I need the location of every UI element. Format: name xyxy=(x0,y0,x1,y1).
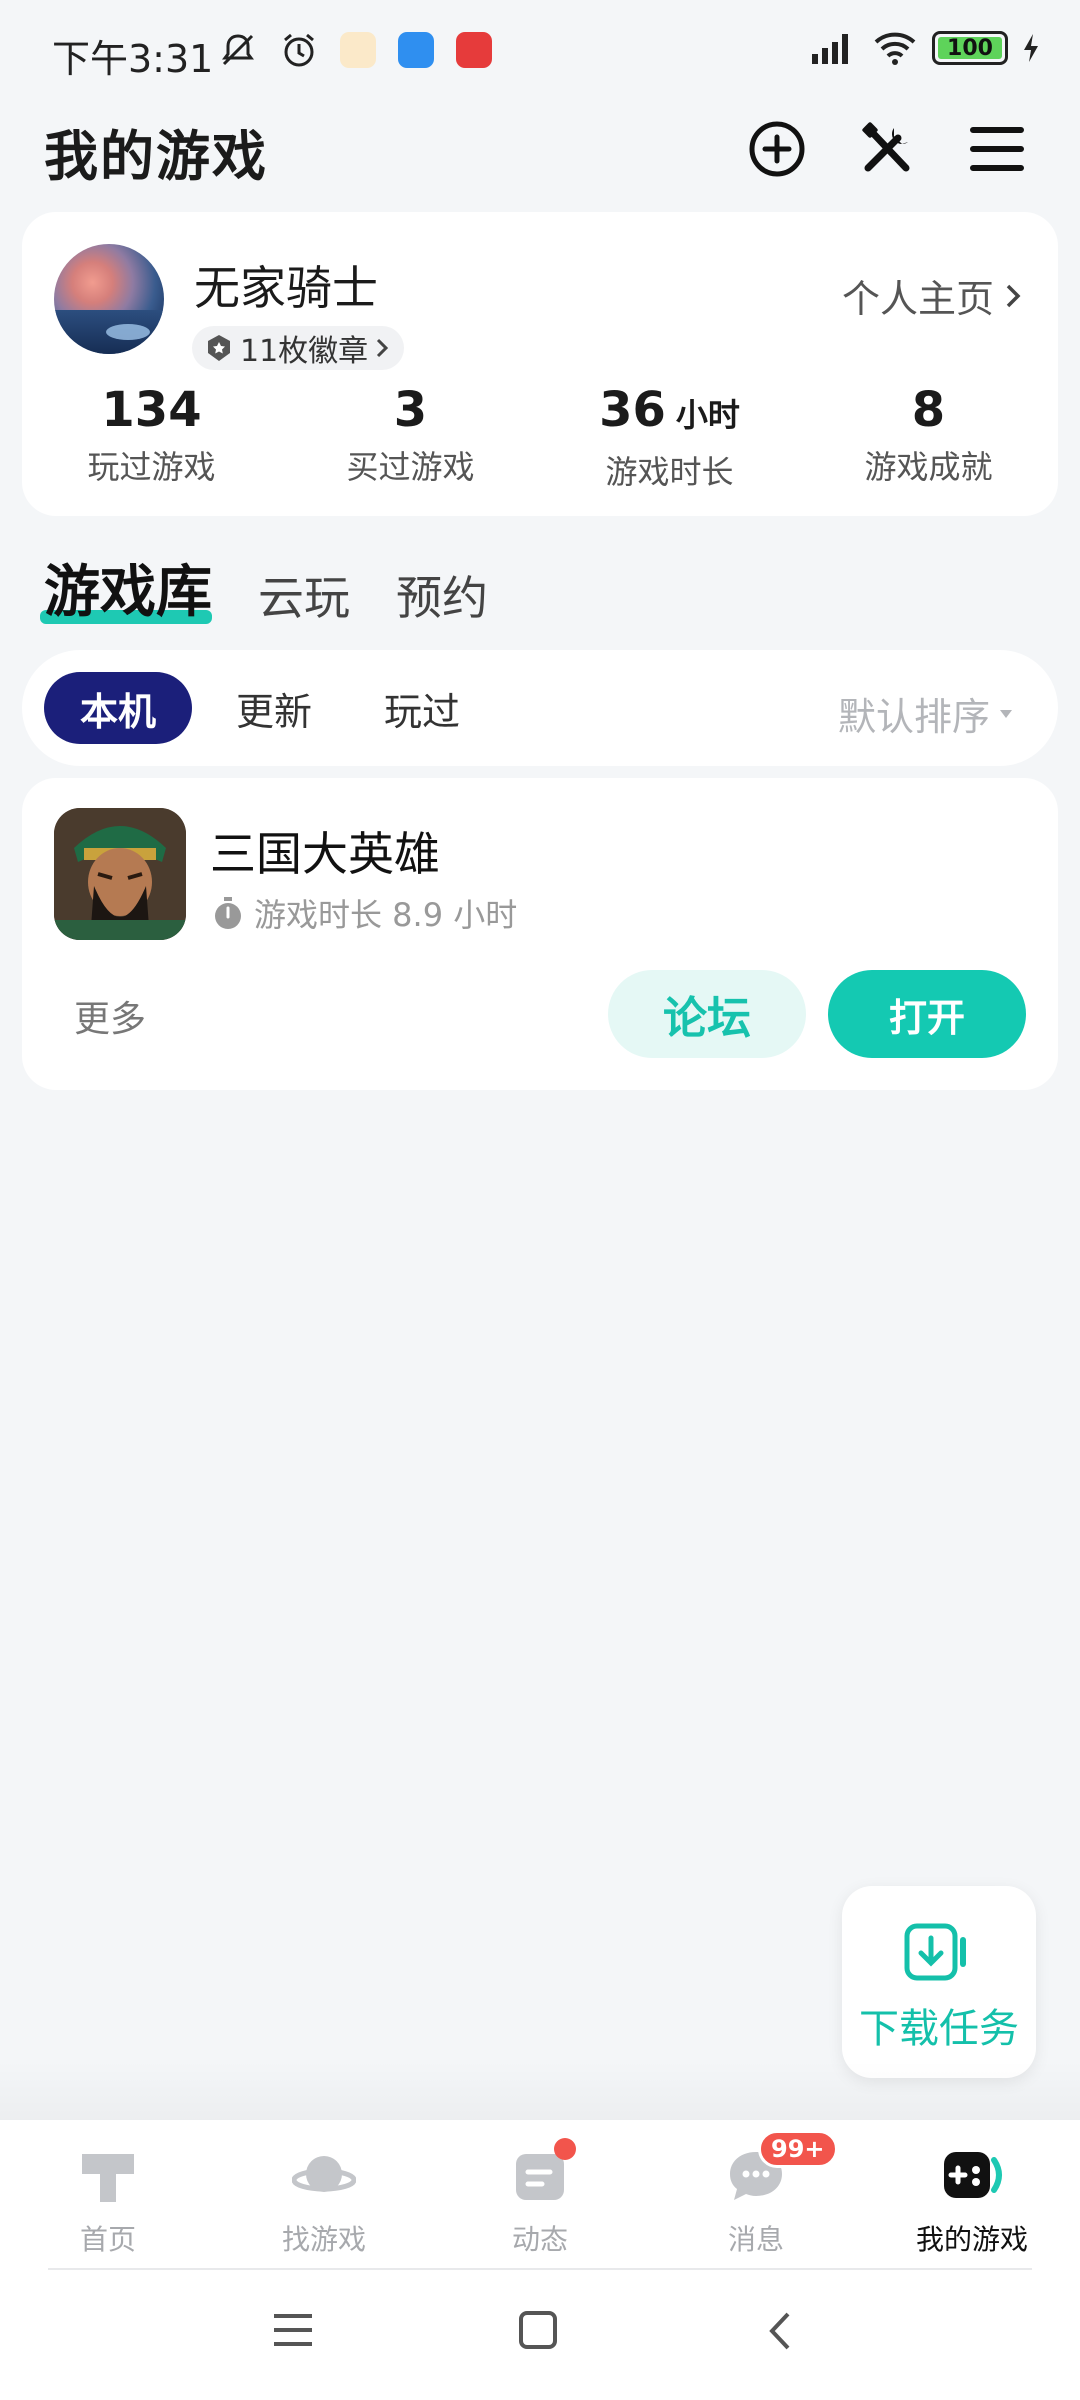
sort-label: 默认排序 xyxy=(837,695,990,739)
nav-label: 首页 xyxy=(79,2223,136,2256)
stat-games-bought[interactable]: 3 买过游戏 xyxy=(281,380,540,493)
stat-unit: 小时 xyxy=(675,396,740,434)
profile-stats: 134 玩过游戏 3 买过游戏 36 小时 游戏时长 8 游戏成就 xyxy=(22,380,1058,493)
page-header: 我的游戏 xyxy=(0,100,1080,200)
home-t-icon xyxy=(82,2154,134,2202)
status-system-icons: 100 xyxy=(808,30,1040,66)
forum-button[interactable]: 论坛 xyxy=(608,970,806,1058)
status-bar: 下午3:31 100 xyxy=(0,0,1080,100)
chevron-right-icon xyxy=(377,338,389,358)
stat-label: 游戏成就 xyxy=(864,448,993,486)
stat-games-played[interactable]: 134 玩过游戏 xyxy=(22,380,281,493)
nav-find-games[interactable]: 找游戏 xyxy=(216,2120,432,2270)
system-nav-bar xyxy=(0,2270,1080,2400)
avatar[interactable] xyxy=(54,244,164,354)
stat-achievements[interactable]: 8 游戏成就 xyxy=(799,380,1058,493)
game-playtime-text: 游戏时长 8.9 小时 xyxy=(254,896,518,934)
wifi-icon xyxy=(874,32,916,65)
tab-reservations[interactable]: 预约 xyxy=(396,562,488,628)
more-button[interactable]: 更多 xyxy=(74,990,146,1042)
recent-apps-icon[interactable] xyxy=(272,2310,314,2350)
app-tomato-icon xyxy=(340,32,376,68)
filter-chip-updates[interactable]: 更新 xyxy=(214,672,334,744)
game-portrait-icon xyxy=(54,808,186,940)
charging-icon xyxy=(1024,34,1038,62)
username: 无家骑士 xyxy=(194,261,378,315)
filter-chip-local[interactable]: 本机 xyxy=(44,672,192,744)
badges-button[interactable]: 11枚徽章 xyxy=(192,326,405,370)
nav-home[interactable]: 首页 xyxy=(0,2120,216,2270)
open-game-button[interactable]: 打开 xyxy=(828,970,1026,1058)
app-news-icon xyxy=(456,32,492,68)
status-time: 下午3:31 xyxy=(52,37,214,81)
planet-icon xyxy=(292,2156,356,2192)
back-icon[interactable] xyxy=(766,2310,794,2352)
gamepad-icon xyxy=(944,2152,1002,2198)
filter-bar: 本机 更新 玩过 默认排序 xyxy=(22,650,1058,766)
stat-value: 3 xyxy=(393,382,428,438)
nav-label: 动态 xyxy=(511,2223,568,2256)
signal-icon xyxy=(812,34,848,64)
filter-chip-played[interactable]: 玩过 xyxy=(362,672,482,744)
game-card[interactable]: 三国大英雄 游戏时长 8.9 小时 更多 论坛 打开 xyxy=(22,778,1058,1090)
profile-home-link[interactable]: 个人主页 xyxy=(842,268,1022,323)
nav-label: 消息 xyxy=(727,2223,784,2256)
stat-play-time[interactable]: 36 小时 游戏时长 xyxy=(540,380,799,493)
tools-button[interactable] xyxy=(852,114,922,184)
sort-dropdown[interactable]: 默认排序 xyxy=(838,686,1014,741)
chevron-right-icon xyxy=(1006,284,1021,307)
nav-my-games[interactable]: 我的游戏 xyxy=(864,2120,1080,2270)
activity-notification-dot xyxy=(554,2138,576,2160)
game-title: 三国大英雄 xyxy=(210,827,440,881)
library-tabs: 游戏库 云玩 预约 xyxy=(40,547,488,628)
stat-label: 玩过游戏 xyxy=(87,448,216,486)
download-video-icon xyxy=(904,1923,966,1981)
bell-muted-icon xyxy=(222,34,254,66)
home-square-icon[interactable] xyxy=(518,2310,558,2350)
badges-count: 11枚徽章 xyxy=(240,334,369,369)
battery-icon: 100 xyxy=(932,31,1008,65)
download-tasks-button[interactable]: 下载任务 xyxy=(842,1886,1036,2078)
nav-activity[interactable]: 动态 xyxy=(432,2120,648,2270)
status-notification-icons xyxy=(218,30,492,70)
badge-medal-icon xyxy=(208,335,230,361)
nav-messages[interactable]: 99+ 消息 xyxy=(648,2120,864,2270)
tab-game-library[interactable]: 游戏库 xyxy=(40,547,212,628)
download-tasks-label: 下载任务 xyxy=(859,2006,1019,2052)
bottom-nav-shadow xyxy=(0,2060,1080,2120)
caret-down-icon xyxy=(1000,709,1012,718)
profile-home-label: 个人主页 xyxy=(841,277,994,321)
hamburger-menu-icon xyxy=(970,127,1024,171)
add-button[interactable] xyxy=(742,114,812,184)
menu-button[interactable] xyxy=(962,114,1032,184)
alarm-icon xyxy=(284,33,314,67)
stat-value: 134 xyxy=(101,382,202,438)
nav-label: 找游戏 xyxy=(281,2223,366,2256)
stat-value: 36 xyxy=(599,382,666,438)
tools-icon xyxy=(862,122,910,172)
stat-label: 游戏时长 xyxy=(605,453,734,491)
tab-cloud-play[interactable]: 云玩 xyxy=(258,562,350,628)
game-icon[interactable] xyxy=(54,808,186,940)
stat-label: 买过游戏 xyxy=(346,448,475,486)
message-count-badge: 99+ xyxy=(758,2130,838,2168)
profile-card: 无家骑士 11枚徽章 个人主页 134 玩过游戏 3 买过游戏 36 小时 游戏时… xyxy=(22,212,1058,516)
battery-level: 100 xyxy=(947,35,993,61)
stat-value: 8 xyxy=(911,382,946,438)
game-playtime: 游戏时长 8.9 小时 xyxy=(212,890,517,936)
bottom-nav: 首页 找游戏 动态 99+ 消息 我的游戏 xyxy=(0,2120,1080,2270)
stopwatch-icon xyxy=(215,897,241,929)
plus-circle-icon xyxy=(749,121,805,177)
app-chat-icon xyxy=(398,32,434,68)
page-title: 我的游戏 xyxy=(44,125,268,188)
nav-label: 我的游戏 xyxy=(915,2223,1028,2256)
